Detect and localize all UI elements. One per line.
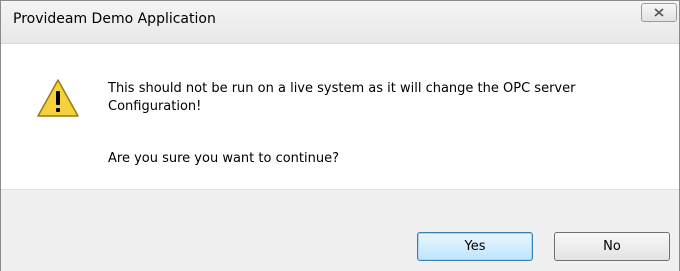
close-icon [654, 8, 664, 17]
window-title: Provideam Demo Application [13, 11, 216, 27]
close-button[interactable] [641, 3, 677, 22]
dialog-content: This should not be run on a live system … [1, 44, 679, 189]
confirmation-question: Are you sure you want to continue? [108, 151, 339, 166]
warning-message: This should not be run on a live system … [108, 81, 576, 114]
no-button[interactable]: No [554, 232, 670, 261]
yes-button[interactable]: Yes [417, 232, 533, 261]
title-bar[interactable]: Provideam Demo Application [1, 1, 679, 44]
warning-icon [37, 79, 79, 117]
message-dialog: Provideam Demo Application This should n… [0, 0, 680, 271]
button-bar: Yes No [1, 189, 679, 271]
